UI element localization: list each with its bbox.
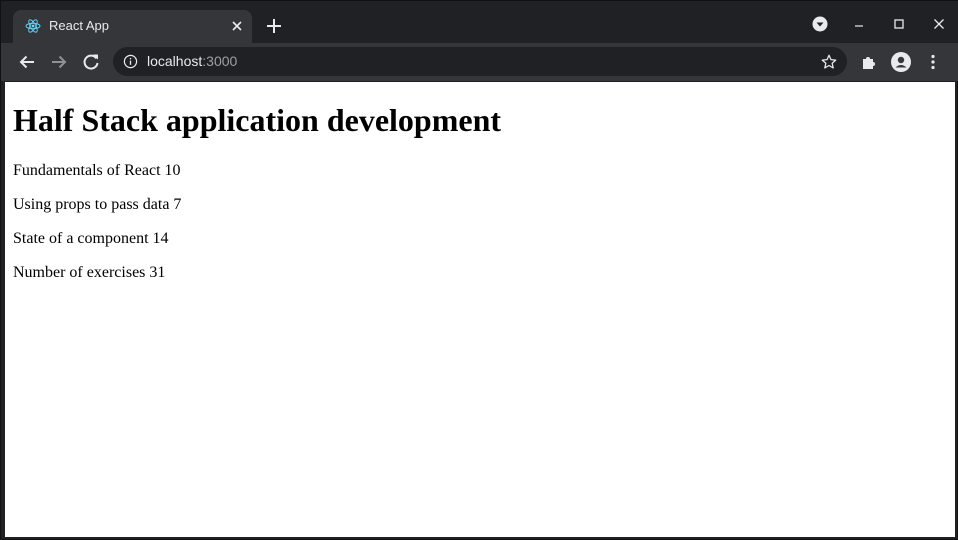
total-exercises: Number of exercises 31	[13, 264, 166, 281]
react-logo-icon	[25, 19, 41, 33]
tab-react-app[interactable]: React App	[13, 10, 252, 43]
address-bar[interactable]: localhost:3000	[113, 47, 847, 76]
page-heading: Half Stack application development	[13, 102, 502, 138]
reload-icon[interactable]	[81, 52, 101, 72]
tab-search-icon[interactable]	[810, 14, 830, 34]
part-props: Using props to pass data 7	[13, 196, 182, 213]
tab-title: React App	[49, 18, 109, 33]
minimize-icon[interactable]	[849, 14, 869, 34]
url-text[interactable]: localhost:3000	[147, 53, 237, 70]
maximize-icon[interactable]	[889, 14, 909, 34]
star-icon[interactable]	[820, 53, 838, 71]
page-viewport: Half Stack application development Funda…	[5, 82, 955, 537]
arrow-right-icon[interactable]	[49, 52, 69, 72]
tab-strip: React App	[1, 1, 958, 43]
puzzle-icon[interactable]	[859, 52, 879, 72]
arrow-left-icon[interactable]	[17, 52, 37, 72]
browser-toolbar: localhost:3000	[1, 43, 958, 81]
url-port: :3000	[202, 53, 238, 69]
kebab-menu-icon[interactable]	[923, 52, 943, 72]
url-host: localhost	[147, 53, 203, 69]
new-tab-icon[interactable]	[264, 16, 284, 36]
part-fundamentals: Fundamentals of React 10	[13, 162, 181, 179]
part-state: State of a component 14	[13, 230, 169, 247]
browser-window: React App localhost:3000 Half Stack appl…	[0, 0, 958, 540]
avatar-icon[interactable]	[891, 52, 911, 72]
info-icon[interactable]	[123, 54, 138, 69]
close-tab-icon[interactable]	[229, 18, 245, 34]
close-window-icon[interactable]	[929, 14, 949, 34]
